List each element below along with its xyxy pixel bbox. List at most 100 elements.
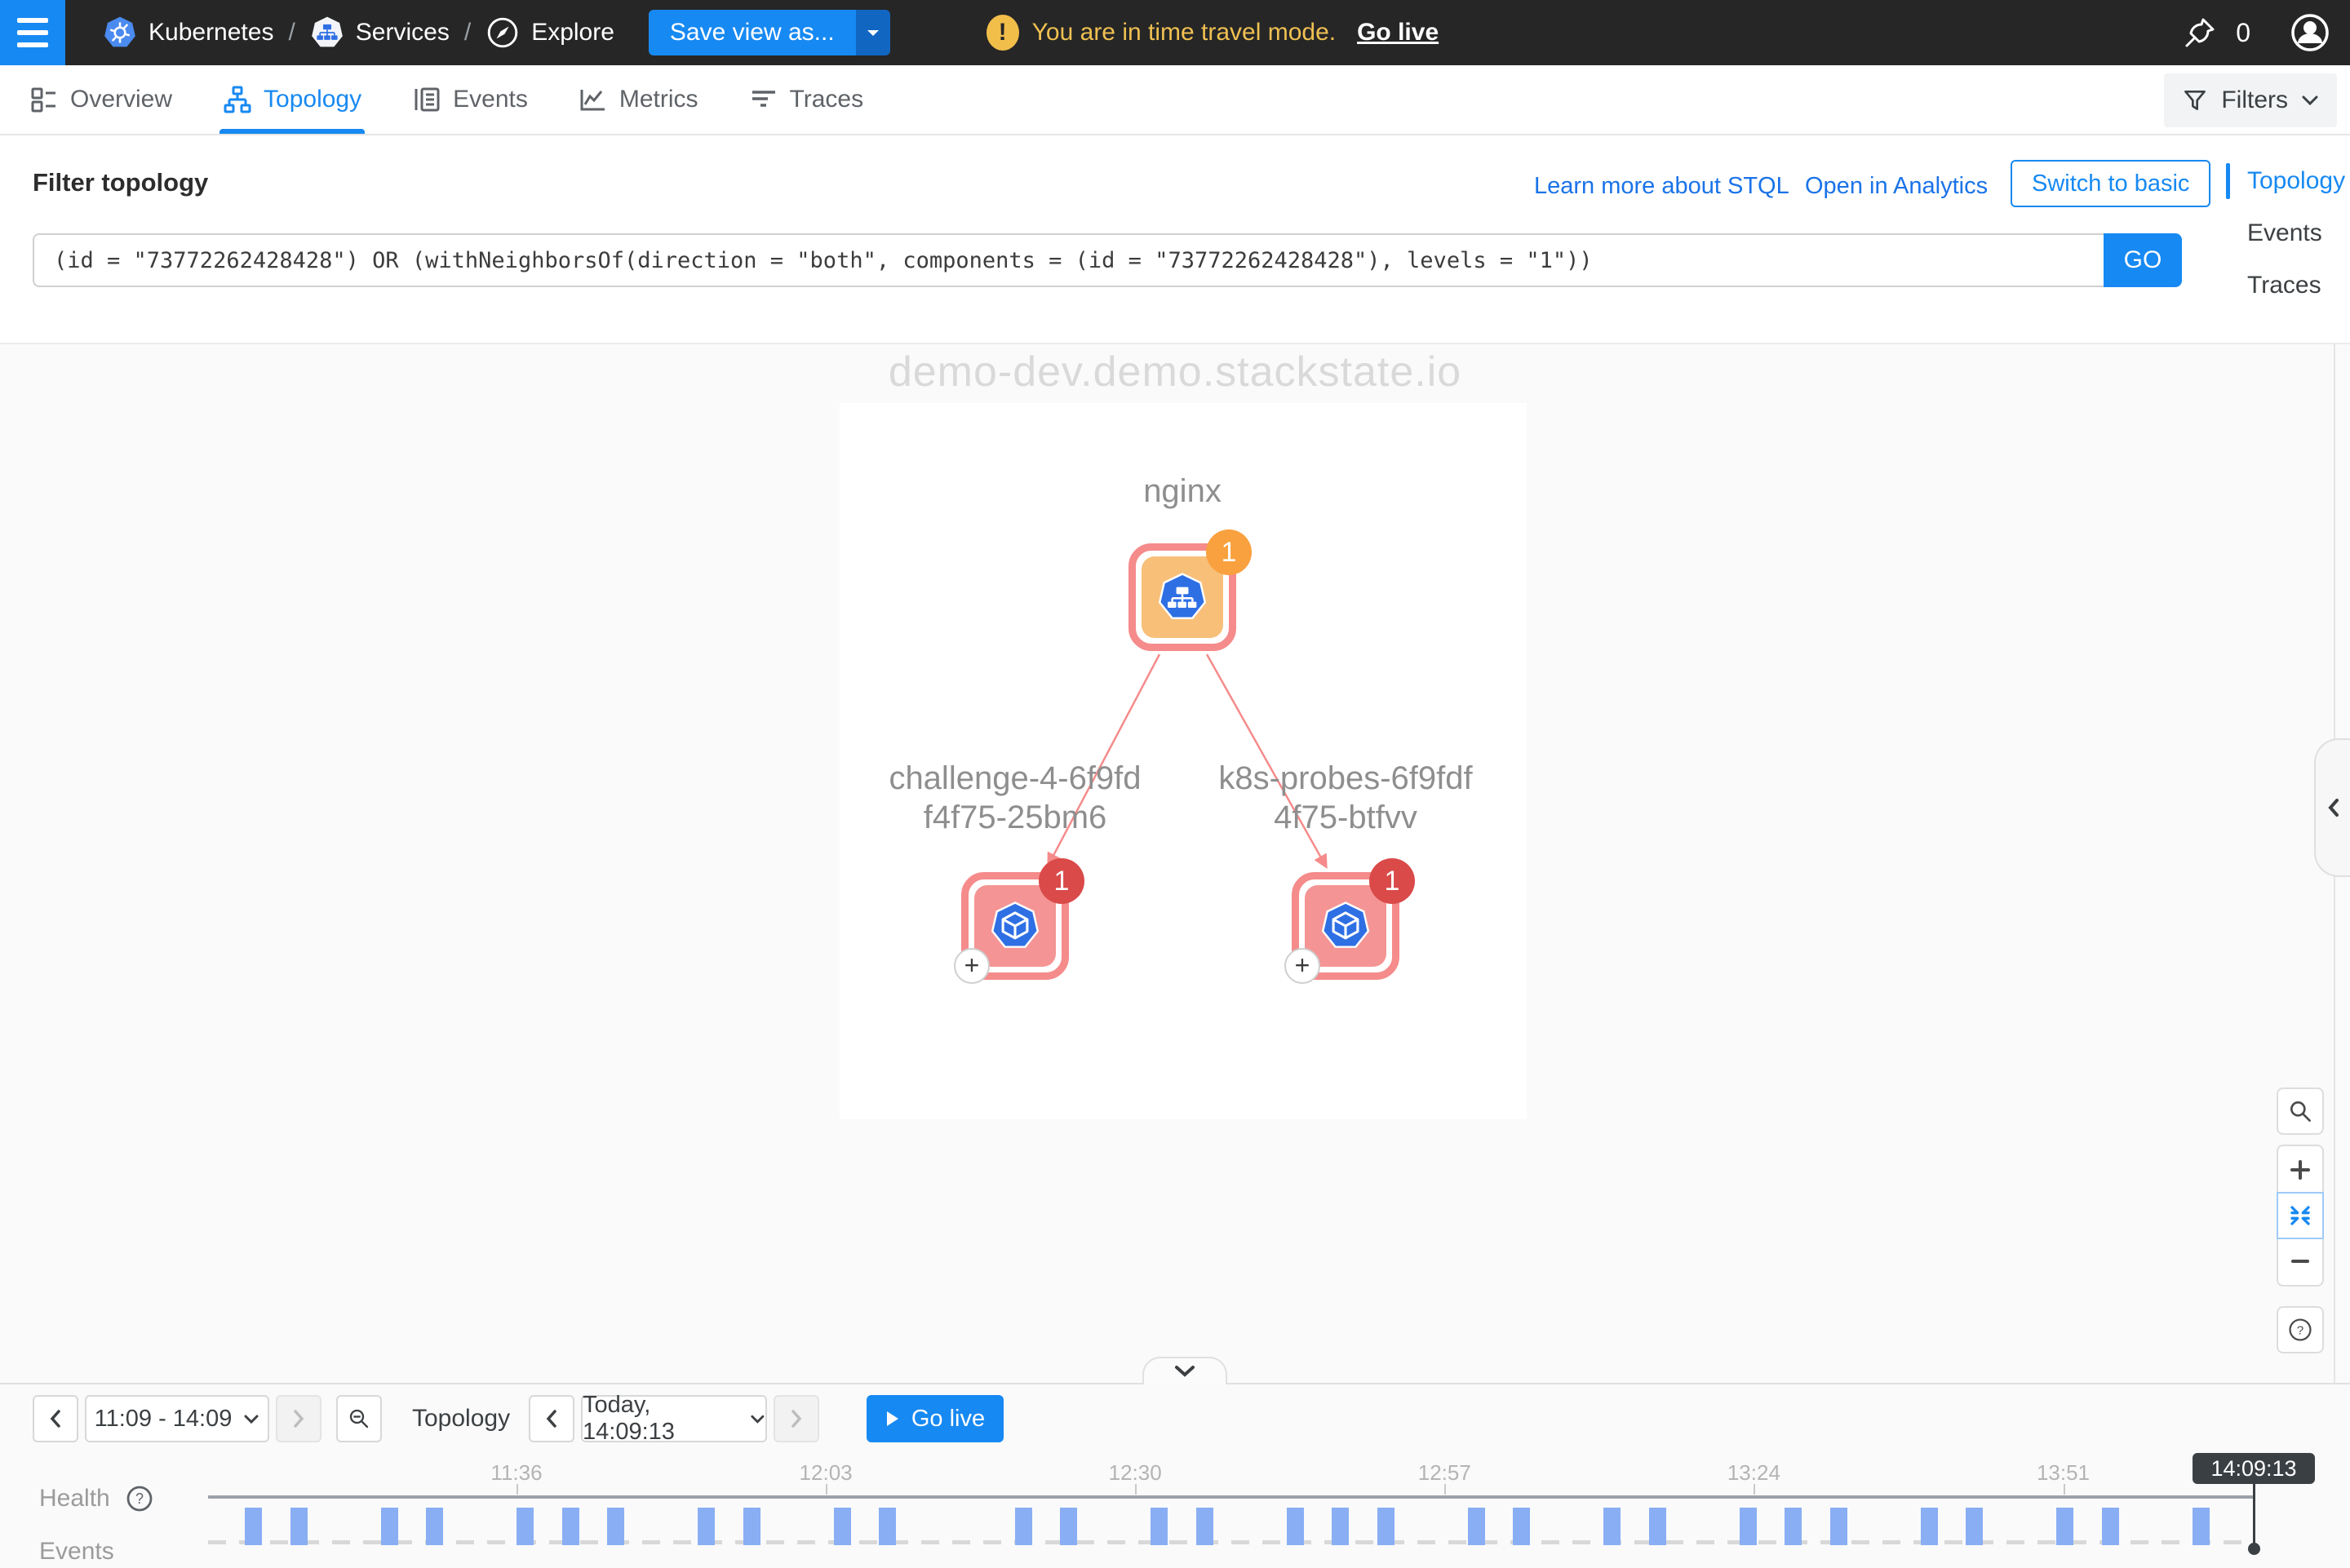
svg-text:?: ? <box>2297 1323 2303 1337</box>
help-icon: ? <box>2287 1317 2313 1343</box>
node-body <box>1142 556 1223 638</box>
node-nginx[interactable]: 1 <box>1128 543 1236 651</box>
event-bar <box>1332 1508 1349 1545</box>
breadcrumb: Kubernetes / Services <box>103 16 614 50</box>
time-cursor-dot[interactable] <box>2248 1543 2260 1555</box>
save-view-dropdown-caret[interactable] <box>856 10 890 55</box>
save-view-as-button[interactable]: Save view as... <box>649 10 890 55</box>
zoom-in-button[interactable] <box>2278 1146 2322 1194</box>
breadcrumb-item-kubernetes[interactable]: Kubernetes <box>103 16 273 50</box>
breadcrumb-item-services[interactable]: Services <box>310 16 450 50</box>
right-nav-events[interactable]: Events <box>2247 215 2345 251</box>
right-nav-topology[interactable]: Topology <box>2247 163 2345 199</box>
zoom-out-button[interactable] <box>2278 1238 2322 1285</box>
event-bar <box>1649 1508 1666 1545</box>
help-button[interactable]: ? <box>2277 1306 2324 1353</box>
right-panel-expand-tab[interactable] <box>2314 738 2350 877</box>
alert-badge[interactable]: 1 <box>1206 529 1252 575</box>
learn-more-stql-link[interactable]: Learn more about STQL <box>1534 173 1789 200</box>
node-k8s-probes-pod[interactable]: 1 + <box>1292 872 1399 980</box>
event-bar <box>290 1508 308 1545</box>
expand-node-button[interactable]: + <box>954 948 990 984</box>
event-bar <box>2056 1508 2073 1545</box>
breadcrumb-label: Kubernetes <box>149 19 273 47</box>
topology-viewport[interactable]: demo-dev.demo.stackstate.io nginx <box>0 344 2350 1383</box>
breadcrumb-label: Services <box>356 19 450 47</box>
switch-to-basic-button[interactable]: Switch to basic <box>2011 160 2210 207</box>
breadcrumb-separator: / <box>288 19 295 47</box>
breadcrumb-item-explore[interactable]: Explore <box>486 16 614 50</box>
instance-watermark: demo-dev.demo.stackstate.io <box>0 348 2350 396</box>
tab-label: Overview <box>70 86 172 113</box>
breadcrumb-separator: / <box>464 19 471 47</box>
timeline-panel: 11:09 - 14:09 Topology Today, 14:09:13 G… <box>0 1383 2350 1566</box>
k8s-pod-icon <box>990 901 1040 951</box>
event-bar <box>879 1508 896 1545</box>
event-bar <box>1151 1508 1168 1545</box>
event-bar <box>1513 1508 1530 1545</box>
node-challenge-pod[interactable]: 1 + <box>961 872 1069 980</box>
timeline-collapse-tab[interactable] <box>1142 1357 1227 1384</box>
open-in-analytics-link[interactable]: Open in Analytics <box>1805 173 1988 200</box>
fit-to-screen-button[interactable] <box>2277 1192 2324 1239</box>
filters-label: Filters <box>2221 86 2288 114</box>
hamburger-menu-button[interactable] <box>0 0 65 65</box>
traces-icon <box>749 85 778 114</box>
warning-icon: ! <box>987 15 1019 51</box>
event-bar <box>1603 1508 1621 1545</box>
node-label-nginx: nginx <box>1060 472 1305 511</box>
event-bar <box>245 1508 262 1545</box>
go-live-link[interactable]: Go live <box>1357 19 1439 47</box>
warning-text: You are in time travel mode. <box>1032 19 1336 47</box>
node-label-line: 4f75-btfvv <box>1182 798 1509 837</box>
node-label-line: k8s-probes-6f9fdf <box>1182 759 1509 798</box>
services-icon <box>310 16 344 50</box>
tab-topology[interactable]: Topology <box>223 65 361 134</box>
tab-label: Topology <box>264 86 361 113</box>
top-bar: Kubernetes / Services <box>0 0 2350 65</box>
filters-button[interactable]: Filters <box>2164 73 2337 127</box>
tab-label: Metrics <box>619 86 698 113</box>
tab-label: Events <box>453 86 528 113</box>
right-nav-traces[interactable]: Traces <box>2247 268 2345 303</box>
event-bar <box>426 1508 443 1545</box>
filter-topology-panel: Filter topology Learn more about STQL Op… <box>0 135 2350 344</box>
topology-canvas[interactable]: nginx <box>840 403 1527 1119</box>
time-travel-warning: ! You are in time travel mode. Go live <box>987 15 1439 51</box>
topbar-right: 0 <box>2182 12 2350 53</box>
tab-metrics[interactable]: Metrics <box>579 65 698 134</box>
metrics-icon <box>579 85 608 114</box>
alert-badge[interactable]: 1 <box>1369 858 1415 904</box>
event-bar <box>1785 1508 1802 1545</box>
view-right-nav: Topology Events Traces <box>2247 163 2345 303</box>
overview-icon <box>29 85 59 114</box>
tab-overview[interactable]: Overview <box>29 65 172 134</box>
explore-compass-icon <box>486 16 520 50</box>
expand-node-button[interactable]: + <box>1284 948 1320 984</box>
event-bar <box>698 1508 715 1545</box>
pin-icon[interactable] <box>2182 15 2218 51</box>
view-tab-bar: Overview Topology Events <box>0 65 2350 135</box>
topology-icon <box>223 85 252 114</box>
time-cursor-line[interactable] <box>2253 1482 2255 1546</box>
chevron-left-icon <box>2326 797 2341 818</box>
node-label-challenge: challenge-4-6f9fd f4f75-25bm6 <box>852 759 1178 837</box>
search-components-button[interactable] <box>2277 1087 2324 1135</box>
tab-events[interactable]: Events <box>412 65 528 134</box>
event-bar <box>1287 1508 1304 1545</box>
node-body <box>974 885 1056 967</box>
stql-query-input[interactable] <box>33 233 2104 287</box>
event-bar <box>1015 1508 1032 1545</box>
time-cursor-badge: 14:09:13 <box>2193 1453 2315 1484</box>
alert-badge[interactable]: 1 <box>1039 858 1084 904</box>
chevron-down-icon <box>2301 95 2319 106</box>
event-bar <box>1468 1508 1485 1545</box>
zoom-controls <box>2277 1145 2324 1287</box>
events-track[interactable] <box>0 1384 2350 1568</box>
zoom-in-icon <box>2289 1158 2312 1181</box>
tab-traces[interactable]: Traces <box>749 65 864 134</box>
event-bar <box>834 1508 851 1545</box>
event-bar <box>2102 1508 2119 1545</box>
user-avatar-icon[interactable] <box>2290 12 2330 53</box>
go-button[interactable]: GO <box>2104 233 2182 287</box>
